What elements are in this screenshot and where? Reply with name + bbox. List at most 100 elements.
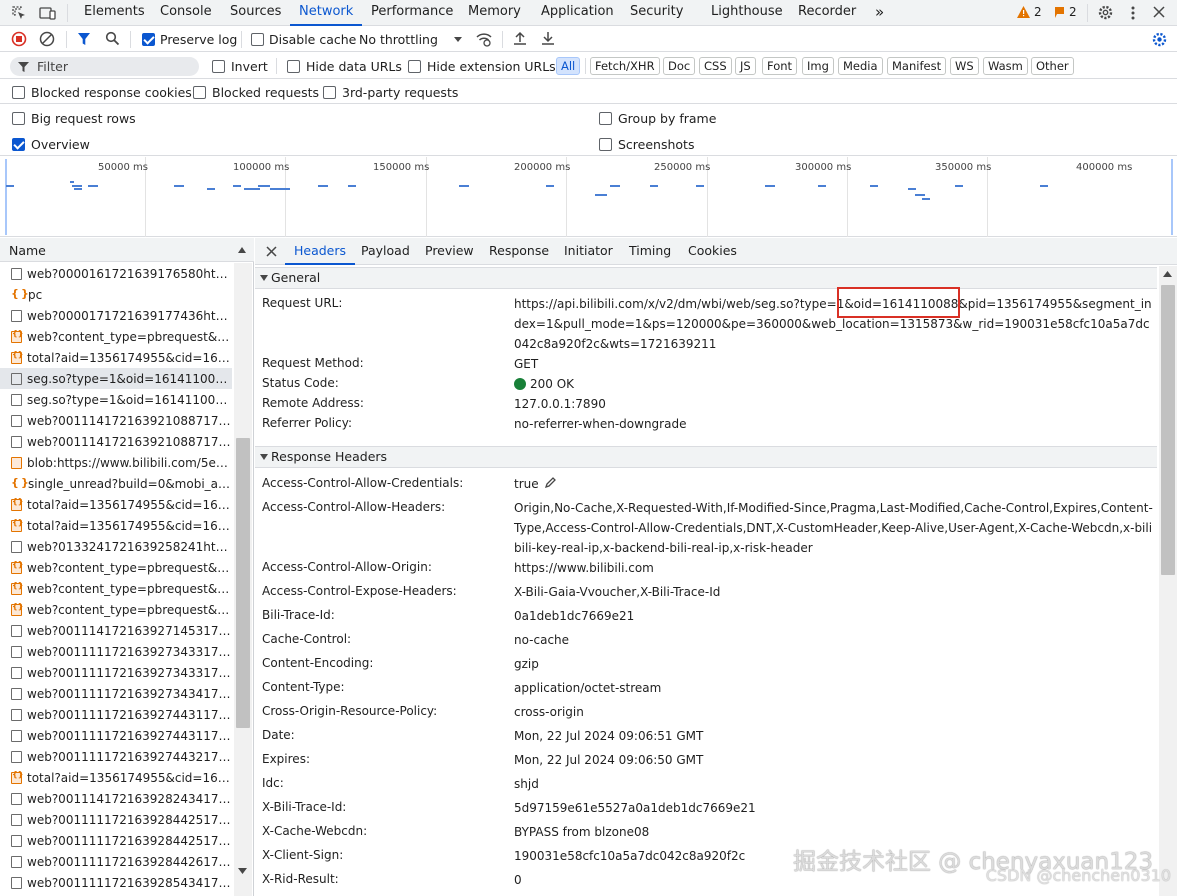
sort-ascending-icon[interactable]: [238, 247, 246, 253]
tab-elements[interactable]: Elements: [84, 0, 145, 26]
request-row[interactable]: single_unread?build=0&mobi_app...: [0, 473, 232, 494]
request-row[interactable]: web?content_type=pbrequest&lo...: [0, 578, 232, 599]
request-row[interactable]: web?00111117216392844251721...: [0, 830, 232, 851]
overview-check[interactable]: [12, 138, 25, 151]
issues-counter[interactable]: 2: [1054, 5, 1077, 19]
response-headers-section-header[interactable]: Response Headers: [255, 446, 1157, 468]
tab-memory[interactable]: Memory: [468, 0, 521, 26]
search-icon[interactable]: [105, 31, 120, 46]
preserve-log-checkbox[interactable]: Preserve log: [142, 32, 237, 47]
disable-cache-check[interactable]: [251, 33, 264, 46]
request-row[interactable]: pc: [0, 284, 232, 305]
edit-pencil-icon[interactable]: [544, 476, 557, 492]
more-options-icon[interactable]: [1128, 4, 1138, 21]
overview-checkbox[interactable]: Overview: [12, 137, 90, 152]
request-row[interactable]: total?aid=1356174955&cid=1614...: [0, 515, 232, 536]
tab-lighthouse[interactable]: Lighthouse: [711, 0, 783, 26]
filter-chip-manifest[interactable]: Manifest: [887, 57, 947, 75]
timeline-right-handle[interactable]: [1171, 159, 1173, 235]
request-row[interactable]: web?0000161721639176580https...: [0, 263, 232, 284]
filter-chip-media[interactable]: Media: [838, 57, 883, 75]
clear-log-icon[interactable]: [39, 31, 55, 47]
request-row[interactable]: web?00111417216392108871721...: [0, 431, 232, 452]
hide-data-urls-check[interactable]: [287, 60, 300, 73]
export-har-icon[interactable]: [541, 31, 555, 46]
request-row[interactable]: web?content_type=pbrequest&lo...: [0, 326, 232, 347]
request-row[interactable]: web?content_type=pbrequest&lo...: [0, 599, 232, 620]
tab-application[interactable]: Application: [541, 0, 614, 26]
tab-cookies[interactable]: Cookies: [688, 238, 737, 265]
request-row[interactable]: web?00111117216392744321721...: [0, 746, 232, 767]
import-har-icon[interactable]: [513, 31, 527, 46]
more-tabs-button[interactable]: »: [875, 0, 884, 26]
tab-recorder[interactable]: Recorder: [798, 0, 856, 26]
filter-chip-ws[interactable]: WS: [950, 57, 979, 75]
third-party-requests-checkbox[interactable]: 3rd-party requests: [323, 85, 458, 100]
filter-input[interactable]: Filter: [10, 57, 199, 76]
invert-checkbox[interactable]: Invert: [212, 59, 268, 74]
request-list-scroll-thumb[interactable]: [236, 438, 250, 728]
screenshots-checkbox[interactable]: Screenshots: [599, 137, 694, 152]
request-row[interactable]: total?aid=1356174955&cid=1614...: [0, 494, 232, 515]
big-request-rows-check[interactable]: [12, 112, 25, 125]
timeline-left-handle[interactable]: [5, 159, 7, 235]
request-row[interactable]: web?00111117216392744311721...: [0, 725, 232, 746]
filter-chip-wasm[interactable]: Wasm: [983, 57, 1028, 75]
tab-response[interactable]: Response: [489, 238, 549, 265]
third-party-requests-check[interactable]: [323, 86, 336, 99]
blocked-requests-checkbox[interactable]: Blocked requests: [193, 85, 319, 100]
request-row[interactable]: seg.so?type=1&oid=1614110088...: [0, 368, 232, 389]
throttling-select[interactable]: No throttling: [359, 32, 462, 47]
request-row[interactable]: web?00111117216392734341721...: [0, 683, 232, 704]
filter-chip-css[interactable]: CSS: [699, 57, 732, 75]
filter-funnel-icon[interactable]: [77, 32, 91, 46]
request-row[interactable]: blob:https://www.bilibili.com/5e1...: [0, 452, 232, 473]
tab-network[interactable]: Network: [290, 0, 363, 26]
hide-data-urls-checkbox[interactable]: Hide data URLs: [287, 59, 402, 74]
name-column-header[interactable]: Name: [9, 243, 46, 258]
tab-payload[interactable]: Payload: [361, 238, 410, 265]
tab-console[interactable]: Console: [160, 0, 212, 26]
tab-initiator[interactable]: Initiator: [564, 238, 613, 265]
tab-sources[interactable]: Sources: [230, 0, 281, 26]
warnings-counter[interactable]: 2: [1017, 5, 1042, 19]
tab-timing[interactable]: Timing: [629, 238, 671, 265]
scroll-up-icon[interactable]: [1163, 271, 1172, 277]
tab-headers[interactable]: Headers: [285, 238, 356, 265]
request-row[interactable]: web?00111117216392844251721...: [0, 809, 232, 830]
request-row[interactable]: web?00111117216392844261721...: [0, 851, 232, 872]
network-conditions-icon[interactable]: [475, 31, 493, 47]
request-row[interactable]: web?00111417216392714531721...: [0, 620, 232, 641]
request-row[interactable]: web?00111417216392824341721...: [0, 788, 232, 809]
tab-security[interactable]: Security: [630, 0, 683, 26]
blocked-requests-check[interactable]: [193, 86, 206, 99]
network-settings-gear-icon[interactable]: [1151, 31, 1168, 48]
inspect-element-icon[interactable]: [11, 5, 27, 21]
request-row[interactable]: web?00111117216392854341721...: [0, 872, 232, 893]
disable-cache-checkbox[interactable]: Disable cache: [251, 32, 356, 47]
general-section-header[interactable]: General: [255, 267, 1157, 289]
device-toolbar-icon[interactable]: [39, 5, 57, 21]
tab-performance[interactable]: Performance: [371, 0, 453, 26]
group-by-frame-check[interactable]: [599, 112, 612, 125]
filter-chip-font[interactable]: Font: [762, 57, 798, 75]
request-row[interactable]: web?00111117216392744311721...: [0, 704, 232, 725]
screenshots-check[interactable]: [599, 138, 612, 151]
filter-chip-other[interactable]: Other: [1031, 57, 1074, 75]
network-overview-timeline[interactable]: 50000 ms 100000 ms 150000 ms 200000 ms 2…: [0, 157, 1177, 237]
blocked-response-cookies-check[interactable]: [12, 86, 25, 99]
request-row[interactable]: total?aid=1356174955&cid=1614...: [0, 347, 232, 368]
hide-extension-urls-check[interactable]: [408, 60, 421, 73]
request-row[interactable]: web?00111117216392734331721...: [0, 662, 232, 683]
group-by-frame-checkbox[interactable]: Group by frame: [599, 111, 716, 126]
preserve-log-check[interactable]: [142, 33, 155, 46]
big-request-rows-checkbox[interactable]: Big request rows: [12, 111, 136, 126]
settings-gear-icon[interactable]: [1097, 4, 1114, 21]
request-row[interactable]: seg.so?type=1&oid=1614110088...: [0, 389, 232, 410]
blocked-response-cookies-checkbox[interactable]: Blocked response cookies: [12, 85, 192, 100]
scroll-down-icon[interactable]: [238, 868, 247, 874]
invert-check[interactable]: [212, 60, 225, 73]
request-row[interactable]: web?0133241721639258241https...: [0, 536, 232, 557]
stop-recording-icon[interactable]: [11, 31, 27, 47]
hide-extension-urls-checkbox[interactable]: Hide extension URLs: [408, 59, 556, 74]
